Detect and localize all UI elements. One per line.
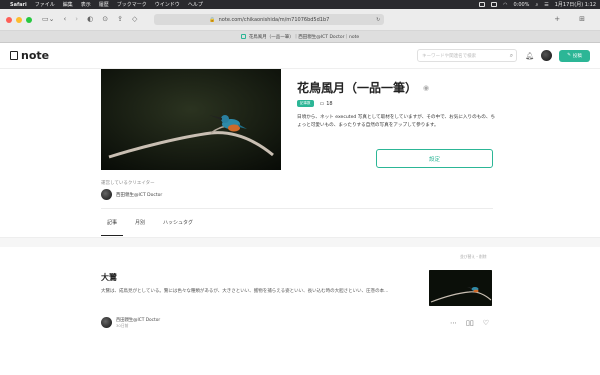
- lock-icon: 🔒: [209, 16, 216, 23]
- tab-monthly[interactable]: 月別: [129, 213, 151, 236]
- window-controls: [6, 16, 32, 23]
- tab-grid-icon[interactable]: ⊞: [579, 16, 585, 23]
- status-icon[interactable]: [491, 2, 498, 7]
- menu-help[interactable]: ヘルプ: [188, 1, 203, 8]
- tab-hashtags[interactable]: ハッシュタグ: [157, 213, 199, 236]
- magazine-cover-image: [101, 69, 281, 170]
- favicon-icon: [240, 34, 246, 39]
- magazine-title-row: 花鳥風月（一品一筆） ◉︎: [297, 79, 429, 96]
- magazine-meta: 記事数 ▭ 18: [297, 100, 333, 107]
- article-title[interactable]: 大鷺: [101, 272, 117, 283]
- pencil-icon: ✎: [567, 53, 571, 58]
- control-center-icon[interactable]: ☰: [544, 2, 548, 8]
- menu-bookmarks[interactable]: ブックマーク: [117, 1, 147, 8]
- sort-delete-link[interactable]: 並び替え・削除: [460, 254, 487, 260]
- magazine-title: 花鳥風月（一品一筆）: [297, 81, 418, 95]
- user-avatar[interactable]: [541, 50, 552, 61]
- status-badge: 記事数: [297, 100, 314, 107]
- kingfisher-photo: [101, 69, 281, 170]
- magazine-add-icon[interactable]: ▯▯: [466, 319, 474, 327]
- new-tab-icon[interactable]: +: [554, 16, 560, 23]
- creator-item[interactable]: 西田親生@ICT Doctor: [101, 189, 162, 200]
- article-thumbnail[interactable]: [429, 270, 492, 306]
- note-logo-icon: [10, 51, 18, 60]
- article-count: ▭ 18: [320, 101, 333, 107]
- search-placeholder: キーワードや関連名で検索: [422, 53, 477, 59]
- post-button[interactable]: ✎ 投稿: [559, 49, 590, 62]
- wifi-icon[interactable]: ◠: [503, 2, 507, 8]
- menubar-status-area: ◠ 0:00% ⌕ ☰ 1月17日(月) 1:12: [479, 1, 596, 8]
- spotlight-icon[interactable]: ⌕: [535, 2, 538, 8]
- article-excerpt[interactable]: 大鷺は、成鳥見がとしている。鷺には色々な種類があるが、大きさといい、獲物を捕らえ…: [101, 288, 419, 296]
- article-actions: ⋯ ▯▯ ♡: [450, 319, 489, 327]
- note-logo[interactable]: note: [10, 49, 49, 62]
- tab-bar[interactable]: 花鳥風月（一品一筆）｜西田親生@ICT Doctor｜note: [0, 31, 600, 43]
- search-icon[interactable]: ⌕: [510, 52, 513, 60]
- post-button-label: 投稿: [572, 53, 582, 59]
- book-icon: ▭: [319, 100, 325, 107]
- clock[interactable]: 1月17日(月) 1:12: [555, 1, 596, 8]
- divider: [101, 208, 493, 209]
- magazine-tabs: 記事 月別 ハッシュタグ: [101, 213, 205, 236]
- thumbnail-photo: [429, 270, 492, 306]
- minimize-window-button[interactable]: [16, 16, 22, 23]
- heart-icon[interactable]: ♡: [483, 319, 489, 327]
- logo-text: note: [21, 49, 50, 62]
- safari-window: ▭⌄ ‹ › ◐ ⊙ ⇪ ◇ 🔒 note.com/chikaonishida/…: [0, 9, 600, 375]
- forward-icon[interactable]: ›: [75, 16, 78, 23]
- reader-icon[interactable]: ⊙: [102, 16, 108, 23]
- article-count-value: 18: [326, 100, 333, 107]
- zoom-window-button[interactable]: [26, 16, 32, 23]
- tab-overview-icon[interactable]: ◇: [132, 16, 137, 23]
- battery-text[interactable]: 0:00%: [513, 2, 529, 8]
- macos-menubar: Safari ファイル 編集 表示 履歴 ブックマーク ウインドウ ヘルプ ◠ …: [0, 0, 600, 9]
- menu-view[interactable]: 表示: [81, 1, 91, 8]
- creator-section-label: 運営しているクリエイター: [101, 181, 155, 186]
- menu-edit[interactable]: 編集: [63, 1, 73, 8]
- back-icon[interactable]: ‹: [63, 16, 66, 23]
- menu-window[interactable]: ウインドウ: [155, 1, 180, 8]
- address-bar[interactable]: 🔒 note.com/chikaonishida/m/m71076bd5d1b7…: [154, 14, 385, 25]
- search-input[interactable]: キーワードや関連名で検索 ⌕: [417, 49, 518, 62]
- status-icon[interactable]: [479, 2, 486, 7]
- avatar: [101, 189, 112, 200]
- magazine-description: 日頃から、ネット executed 写真として取材をしていますが、その中で、お気…: [297, 115, 496, 128]
- menu-history[interactable]: 履歴: [99, 1, 109, 8]
- browser-toolbar: ▭⌄ ‹ › ◐ ⊙ ⇪ ◇ 🔒 note.com/chikaonishida/…: [0, 9, 600, 31]
- article-author[interactable]: 西田親生@ICT Doctor 30日前: [101, 317, 160, 328]
- close-window-button[interactable]: [6, 16, 12, 23]
- menu-file[interactable]: ファイル: [35, 1, 55, 8]
- more-icon[interactable]: ⋯: [450, 319, 457, 327]
- bell-icon[interactable]: 🔔︎: [525, 52, 534, 60]
- share-icon[interactable]: ⇪: [117, 16, 123, 23]
- shield-icon[interactable]: ◐: [87, 16, 93, 23]
- section-separator: [0, 237, 600, 247]
- toolbar-right: + ⊞: [554, 16, 594, 23]
- sidebar-icon[interactable]: ▭⌄: [42, 16, 54, 23]
- avatar: [101, 317, 112, 328]
- tab-articles[interactable]: 記事: [101, 213, 124, 236]
- site-header: note キーワードや関連名で検索 ⌕ 🔔︎ ✎ 投稿: [0, 43, 600, 69]
- settings-button[interactable]: 設定: [376, 149, 493, 168]
- url-text: note.com/chikaonishida/m/m71076bd5d1b7: [218, 16, 330, 23]
- post-date: 30日前: [116, 322, 129, 328]
- reload-icon[interactable]: ↻: [376, 17, 380, 23]
- menu-app-name[interactable]: Safari: [10, 2, 27, 8]
- author-meta: 西田親生@ICT Doctor 30日前: [116, 318, 160, 328]
- rss-icon[interactable]: ◉︎: [423, 84, 429, 92]
- tab-title: 花鳥風月（一品一筆）｜西田親生@ICT Doctor｜note: [248, 34, 360, 40]
- creator-name: 西田親生@ICT Doctor: [116, 192, 163, 198]
